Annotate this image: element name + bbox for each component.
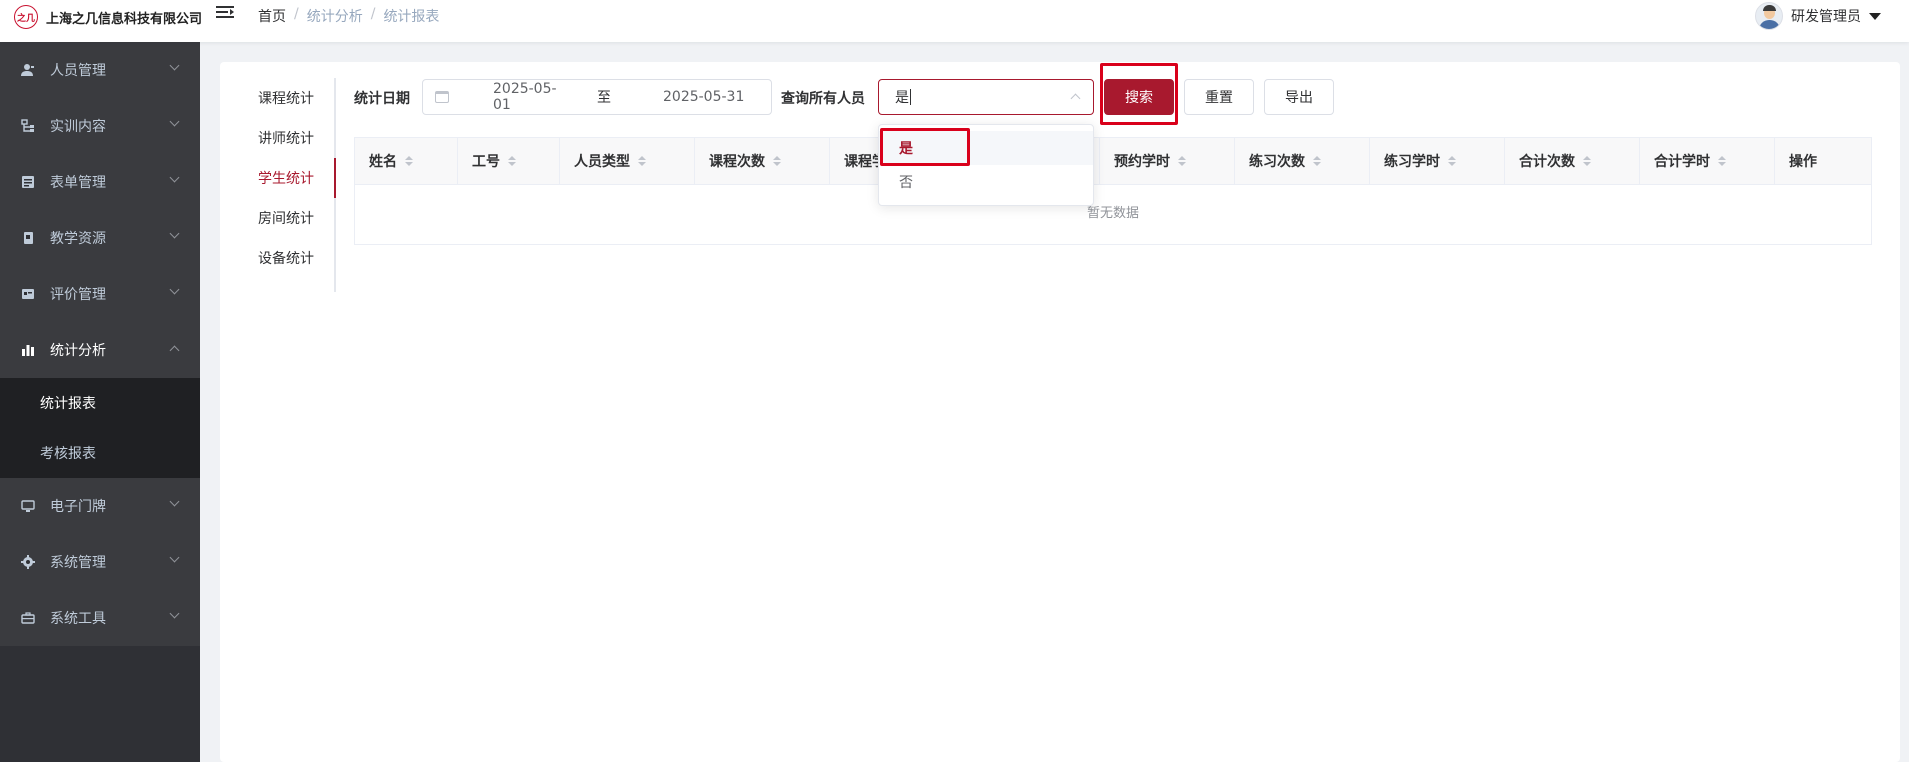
column-header[interactable]: 课程次数 (695, 138, 830, 184)
calendar-icon (435, 91, 449, 103)
column-header[interactable]: 合计次数 (1505, 138, 1640, 184)
sort-icon (1583, 156, 1591, 166)
sidebar: 人员管理 实训内容 表单管理 教学资源 评价管理 统计分析 统计报表 考核报表 … (0, 42, 200, 762)
report-card: 课程统计 讲师统计 学生统计 房间统计 设备统计 统计日期 2025-05-01… (220, 62, 1900, 762)
query-all-dropdown: 是 否 (878, 124, 1094, 206)
statistics-submenu: 统计报表 考核报表 (0, 378, 200, 478)
user-name[interactable]: 研发管理员 (1791, 6, 1861, 26)
company-logo[interactable]: 之几 上海之几信息科技有限公司 (14, 4, 202, 30)
sort-icon (1313, 156, 1321, 166)
export-button[interactable]: 导出 (1264, 79, 1334, 115)
sort-icon (1718, 156, 1726, 166)
user-menu[interactable]: 研发管理员 (1755, 2, 1881, 30)
bar-chart-icon (20, 342, 36, 358)
column-header[interactable]: 练习次数 (1235, 138, 1370, 184)
sidebar-item-training[interactable]: 实训内容 (0, 98, 200, 154)
top-header: 之几 上海之几信息科技有限公司 首页 / 统计分析 / 统计报表 研发管理员 (0, 0, 1909, 42)
column-header[interactable]: 预约学时 (1100, 138, 1235, 184)
search-button[interactable]: 搜索 (1104, 79, 1174, 115)
sort-icon (405, 156, 413, 166)
table-header: 姓名 工号 人员类型 课程次数 课程学 预约学时 练习次数 练习学时 合计次数 … (355, 138, 1871, 185)
date-label: 统计日期 (354, 91, 410, 107)
monitor-icon (20, 498, 36, 514)
logo-mark-icon: 之几 (14, 5, 38, 29)
range-separator: 至 (597, 90, 611, 106)
end-date-input[interactable]: 2025-05-31 (663, 89, 744, 105)
empty-state: 暂无数据 (1086, 206, 1139, 221)
tab-student-stats[interactable]: 学生统计 (256, 158, 336, 198)
breadcrumb-report: 统计报表 (383, 9, 440, 25)
column-header[interactable]: 工号 (458, 138, 560, 184)
user-icon (20, 62, 36, 78)
breadcrumb-stats[interactable]: 统计分析 (307, 6, 363, 26)
sidebar-item-people[interactable]: 人员管理 (0, 42, 200, 98)
reset-button[interactable]: 重置 (1184, 79, 1254, 115)
select-value: 是 (895, 90, 909, 106)
query-all-label: 查询所有人员 (781, 91, 865, 107)
column-header[interactable]: 姓名 (355, 138, 458, 184)
sidebar-item-doorplate[interactable]: 电子门牌 (0, 478, 200, 534)
start-date-input[interactable]: 2025-05-01 (493, 81, 565, 113)
company-name: 上海之几信息科技有限公司 (46, 11, 203, 27)
student-stats-table: 姓名 工号 人员类型 课程次数 课程学 预约学时 练习次数 练习学时 合计次数 … (354, 137, 1872, 245)
chevron-down-icon (169, 608, 180, 619)
column-header[interactable]: 合计学时 (1640, 138, 1775, 184)
tree-icon (20, 118, 36, 134)
chevron-down-icon (169, 228, 180, 239)
sidebar-subitem-report[interactable]: 统计报表 (0, 378, 200, 428)
column-header[interactable]: 人员类型 (560, 138, 695, 184)
sidebar-item-statistics[interactable]: 统计分析 (0, 322, 200, 378)
dropdown-option-yes[interactable]: 是 (879, 131, 1093, 165)
tab-room-stats[interactable]: 房间统计 (256, 198, 334, 238)
dropdown-option-no[interactable]: 否 (879, 165, 1093, 199)
tab-course-stats[interactable]: 课程统计 (256, 78, 334, 118)
chevron-up-icon (169, 345, 180, 356)
sort-icon (508, 156, 516, 166)
chevron-up-icon (1070, 93, 1081, 104)
avatar[interactable] (1755, 2, 1783, 30)
chevron-down-icon (169, 60, 180, 71)
sidebar-item-tools[interactable]: 系统工具 (0, 590, 200, 646)
tab-device-stats[interactable]: 设备统计 (256, 238, 334, 278)
column-header: 操作 (1789, 154, 1817, 170)
gear-icon (20, 554, 36, 570)
sort-icon (1448, 156, 1456, 166)
date-range-picker[interactable]: 2025-05-01 至 2025-05-31 (422, 79, 772, 115)
sort-icon (638, 156, 646, 166)
sidebar-toggle-icon[interactable] (216, 6, 234, 22)
report-tabs: 课程统计 讲师统计 学生统计 房间统计 设备统计 (256, 78, 336, 292)
sidebar-item-evaluation[interactable]: 评价管理 (0, 266, 200, 322)
query-all-select[interactable]: 是 (878, 79, 1094, 115)
chevron-down-icon (169, 172, 180, 183)
column-header[interactable]: 练习学时 (1370, 138, 1505, 184)
book-icon (20, 230, 36, 246)
chevron-down-icon (169, 116, 180, 127)
sidebar-item-forms[interactable]: 表单管理 (0, 154, 200, 210)
caret-down-icon[interactable] (1869, 12, 1881, 20)
chevron-down-icon (169, 552, 180, 563)
sidebar-item-resources[interactable]: 教学资源 (0, 210, 200, 266)
breadcrumb: 首页 / 统计分析 / 统计报表 (258, 6, 440, 26)
breadcrumb-home[interactable]: 首页 (258, 6, 286, 26)
sidebar-subitem-assessment[interactable]: 考核报表 (0, 428, 200, 478)
chevron-down-icon (169, 496, 180, 507)
toolbox-icon (20, 610, 36, 626)
chevron-down-icon (169, 284, 180, 295)
rating-icon (20, 286, 36, 302)
sidebar-item-system[interactable]: 系统管理 (0, 534, 200, 590)
form-icon (20, 174, 36, 190)
tab-lecturer-stats[interactable]: 讲师统计 (256, 118, 334, 158)
sort-icon (1178, 156, 1186, 166)
sort-icon (773, 156, 781, 166)
